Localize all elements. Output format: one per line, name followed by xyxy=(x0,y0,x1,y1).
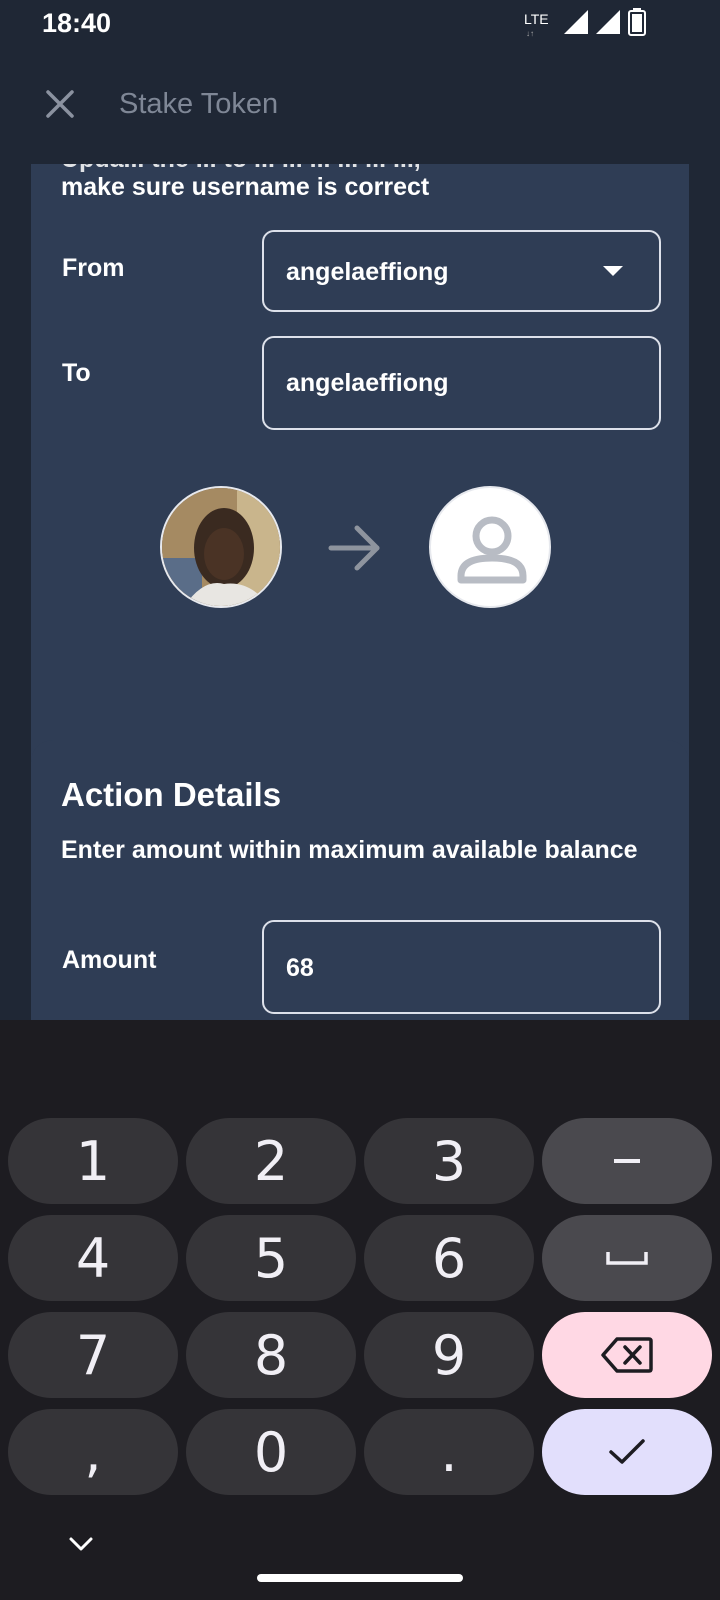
section-subtitle: Enter amount within maximum available ba… xyxy=(61,836,638,864)
key-done[interactable] xyxy=(542,1409,712,1495)
key-4[interactable]: 4 xyxy=(8,1215,178,1301)
profile-photo xyxy=(162,488,280,606)
amount-label: Amount xyxy=(62,946,157,974)
from-avatar xyxy=(160,486,282,608)
key-9[interactable]: 9 xyxy=(364,1312,534,1398)
backspace-icon xyxy=(601,1337,653,1373)
check-icon xyxy=(609,1439,645,1464)
from-value: angelaeffiong xyxy=(286,258,449,286)
key-comma[interactable]: , xyxy=(8,1409,178,1495)
network-type-label: LTE xyxy=(524,11,549,27)
status-time: 18:40 xyxy=(42,8,112,38)
dropdown-caret-icon xyxy=(603,266,623,276)
section-title: Action Details xyxy=(61,776,282,813)
signal-icon xyxy=(596,10,620,34)
close-icon xyxy=(46,90,74,118)
to-input[interactable]: angelaeffiong xyxy=(262,336,661,430)
home-indicator[interactable] xyxy=(257,1574,463,1582)
from-label: From xyxy=(62,254,125,282)
key-2[interactable]: 2 xyxy=(186,1118,356,1204)
scroll-content[interactable]: Upda... the ... to ... ... ... ... ... .… xyxy=(0,164,720,1020)
numeric-keyboard: 1 2 3 4 5 6 7 8 9 , 0 . xyxy=(0,1020,720,1600)
from-dropdown[interactable]: angelaeffiong xyxy=(262,230,661,312)
key-6[interactable]: 6 xyxy=(364,1215,534,1301)
close-button[interactable] xyxy=(36,80,84,128)
minus-icon xyxy=(614,1159,640,1163)
chevron-down-icon[interactable] xyxy=(66,1532,96,1556)
arrow-right-icon xyxy=(328,525,380,571)
amount-input[interactable]: 68 xyxy=(262,920,661,1014)
key-backspace[interactable] xyxy=(542,1312,712,1398)
to-avatar xyxy=(429,486,551,608)
svg-text:↓↑: ↓↑ xyxy=(526,29,534,38)
key-5[interactable]: 5 xyxy=(186,1215,356,1301)
action-details-card: Action Details Enter amount within maxim… xyxy=(31,740,689,1020)
person-icon xyxy=(457,516,527,584)
space-icon xyxy=(606,1252,648,1265)
to-label: To xyxy=(62,359,91,387)
card-note: make sure username is correct xyxy=(61,173,430,201)
signal-icon xyxy=(564,10,588,34)
battery-icon xyxy=(628,8,646,36)
key-space[interactable] xyxy=(542,1215,712,1301)
key-period[interactable]: . xyxy=(364,1409,534,1495)
amount-value: 68 xyxy=(286,954,314,982)
app-bar: Stake Token xyxy=(0,48,720,164)
lte-icon: LTE ↓↑ xyxy=(524,11,549,38)
key-1[interactable]: 1 xyxy=(8,1118,178,1204)
key-3[interactable]: 3 xyxy=(364,1118,534,1204)
key-0[interactable]: 0 xyxy=(186,1409,356,1495)
key-8[interactable]: 8 xyxy=(186,1312,356,1398)
key-minus[interactable] xyxy=(542,1118,712,1204)
key-7[interactable]: 7 xyxy=(8,1312,178,1398)
to-value: angelaeffiong xyxy=(286,369,449,397)
status-bar: 18:40 LTE ↓↑ xyxy=(0,0,720,48)
page-title: Stake Token xyxy=(119,88,279,120)
